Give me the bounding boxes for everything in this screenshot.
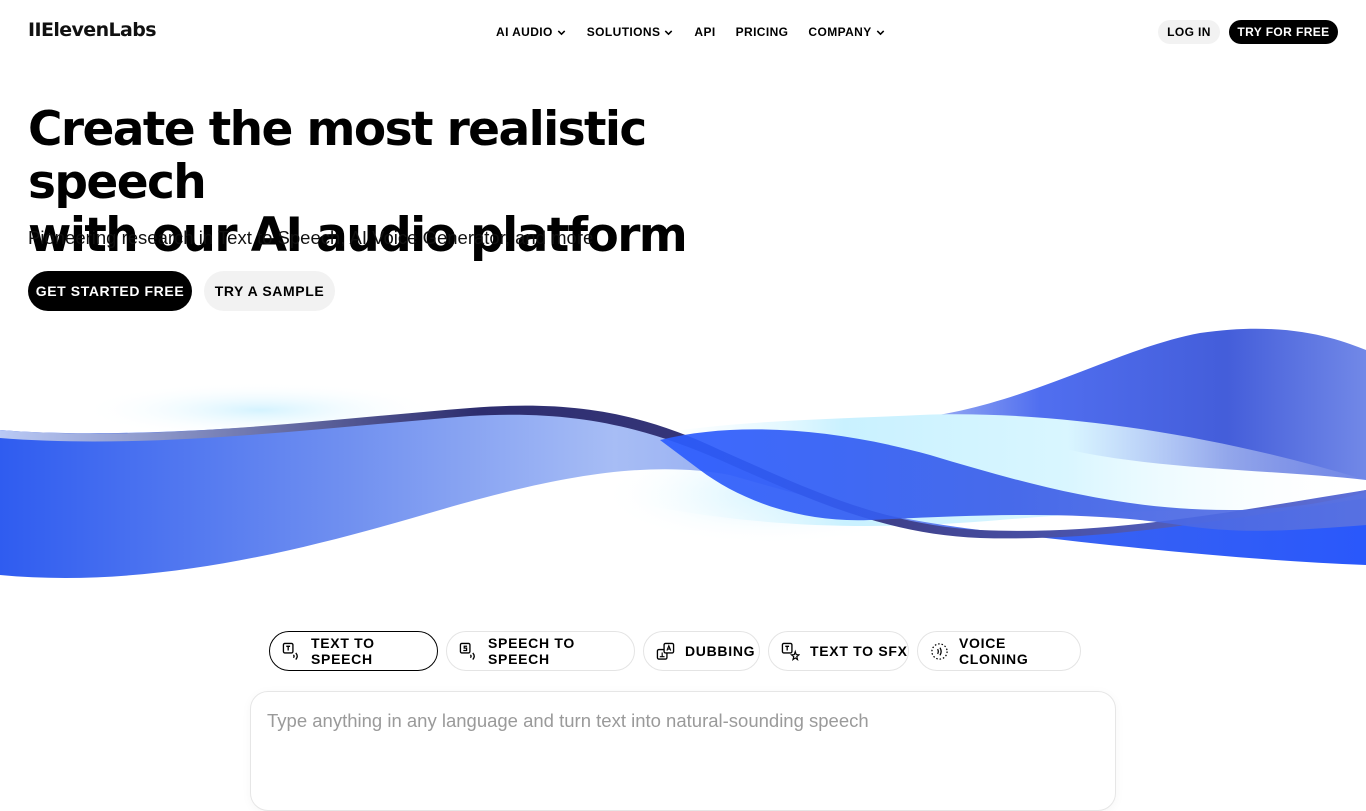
feature-tabs: TEXT TO SPEECH SPEECH TO SPEECH DUBBING … <box>0 631 1366 671</box>
speech-to-speech-icon <box>459 642 475 660</box>
nav-item-label: AI AUDIO <box>496 25 553 39</box>
dubbing-icon <box>656 642 675 660</box>
tab-label: TEXT TO SPEECH <box>311 635 375 667</box>
tab-dubbing[interactable]: DUBBING <box>643 631 760 671</box>
tab-label: TEXT TO SFX <box>810 643 908 659</box>
nav-item-label: COMPANY <box>808 25 872 39</box>
nav-item-ai-audio[interactable]: AI AUDIO <box>496 24 567 40</box>
tab-voice-cloning[interactable]: VOICE CLONING <box>917 631 1081 671</box>
get-started-free-button[interactable]: GET STARTED FREE <box>28 271 192 311</box>
hero-subtitle: Pioneering research in Text to Speech, A… <box>28 227 594 248</box>
tab-label: DUBBING <box>685 643 756 659</box>
nav-item-company[interactable]: COMPANY <box>808 24 885 40</box>
speech-text-input[interactable] <box>267 710 1097 770</box>
nav-item-pricing[interactable]: PRICING <box>736 24 789 40</box>
try-for-free-button[interactable]: TRY FOR FREE <box>1229 20 1338 44</box>
try-a-sample-button[interactable]: TRY A SAMPLE <box>204 271 335 311</box>
chevron-down-icon <box>557 29 566 35</box>
tab-speech-to-speech[interactable]: SPEECH TO SPEECH <box>446 631 635 671</box>
text-to-speech-icon <box>282 642 298 660</box>
tab-text-to-speech[interactable]: TEXT TO SPEECH <box>269 631 438 671</box>
tab-text-to-sfx[interactable]: TEXT TO SFX <box>768 631 909 671</box>
text-to-speech-editor <box>250 691 1116 811</box>
nav-item-label: PRICING <box>735 25 789 39</box>
elevenlabs-logo[interactable]: IIElevenLabs <box>28 19 157 41</box>
chevron-down-icon <box>876 29 884 35</box>
login-button[interactable]: LOG IN <box>1158 20 1220 44</box>
nav-item-label: API <box>694 25 716 39</box>
voice-cloning-icon <box>931 642 948 660</box>
nav-links: AI AUDIO SOLUTIONS API PRICING COMPANY <box>496 24 906 40</box>
top-nav: IIElevenLabs AI AUDIO SOLUTIONS API PRIC… <box>0 0 1366 64</box>
tab-label: SPEECH TO SPEECH <box>488 635 575 667</box>
chevron-down-icon <box>665 29 673 35</box>
hero-title-line-1: Create the most realistic speech <box>28 102 647 210</box>
nav-item-label: SOLUTIONS <box>586 25 661 39</box>
nav-item-api[interactable]: API <box>694 24 715 40</box>
audio-wave-illustration <box>0 328 1366 578</box>
tab-label: VOICE CLONING <box>959 635 1029 667</box>
text-to-sfx-icon <box>781 642 800 661</box>
nav-item-solutions[interactable]: SOLUTIONS <box>587 24 675 40</box>
